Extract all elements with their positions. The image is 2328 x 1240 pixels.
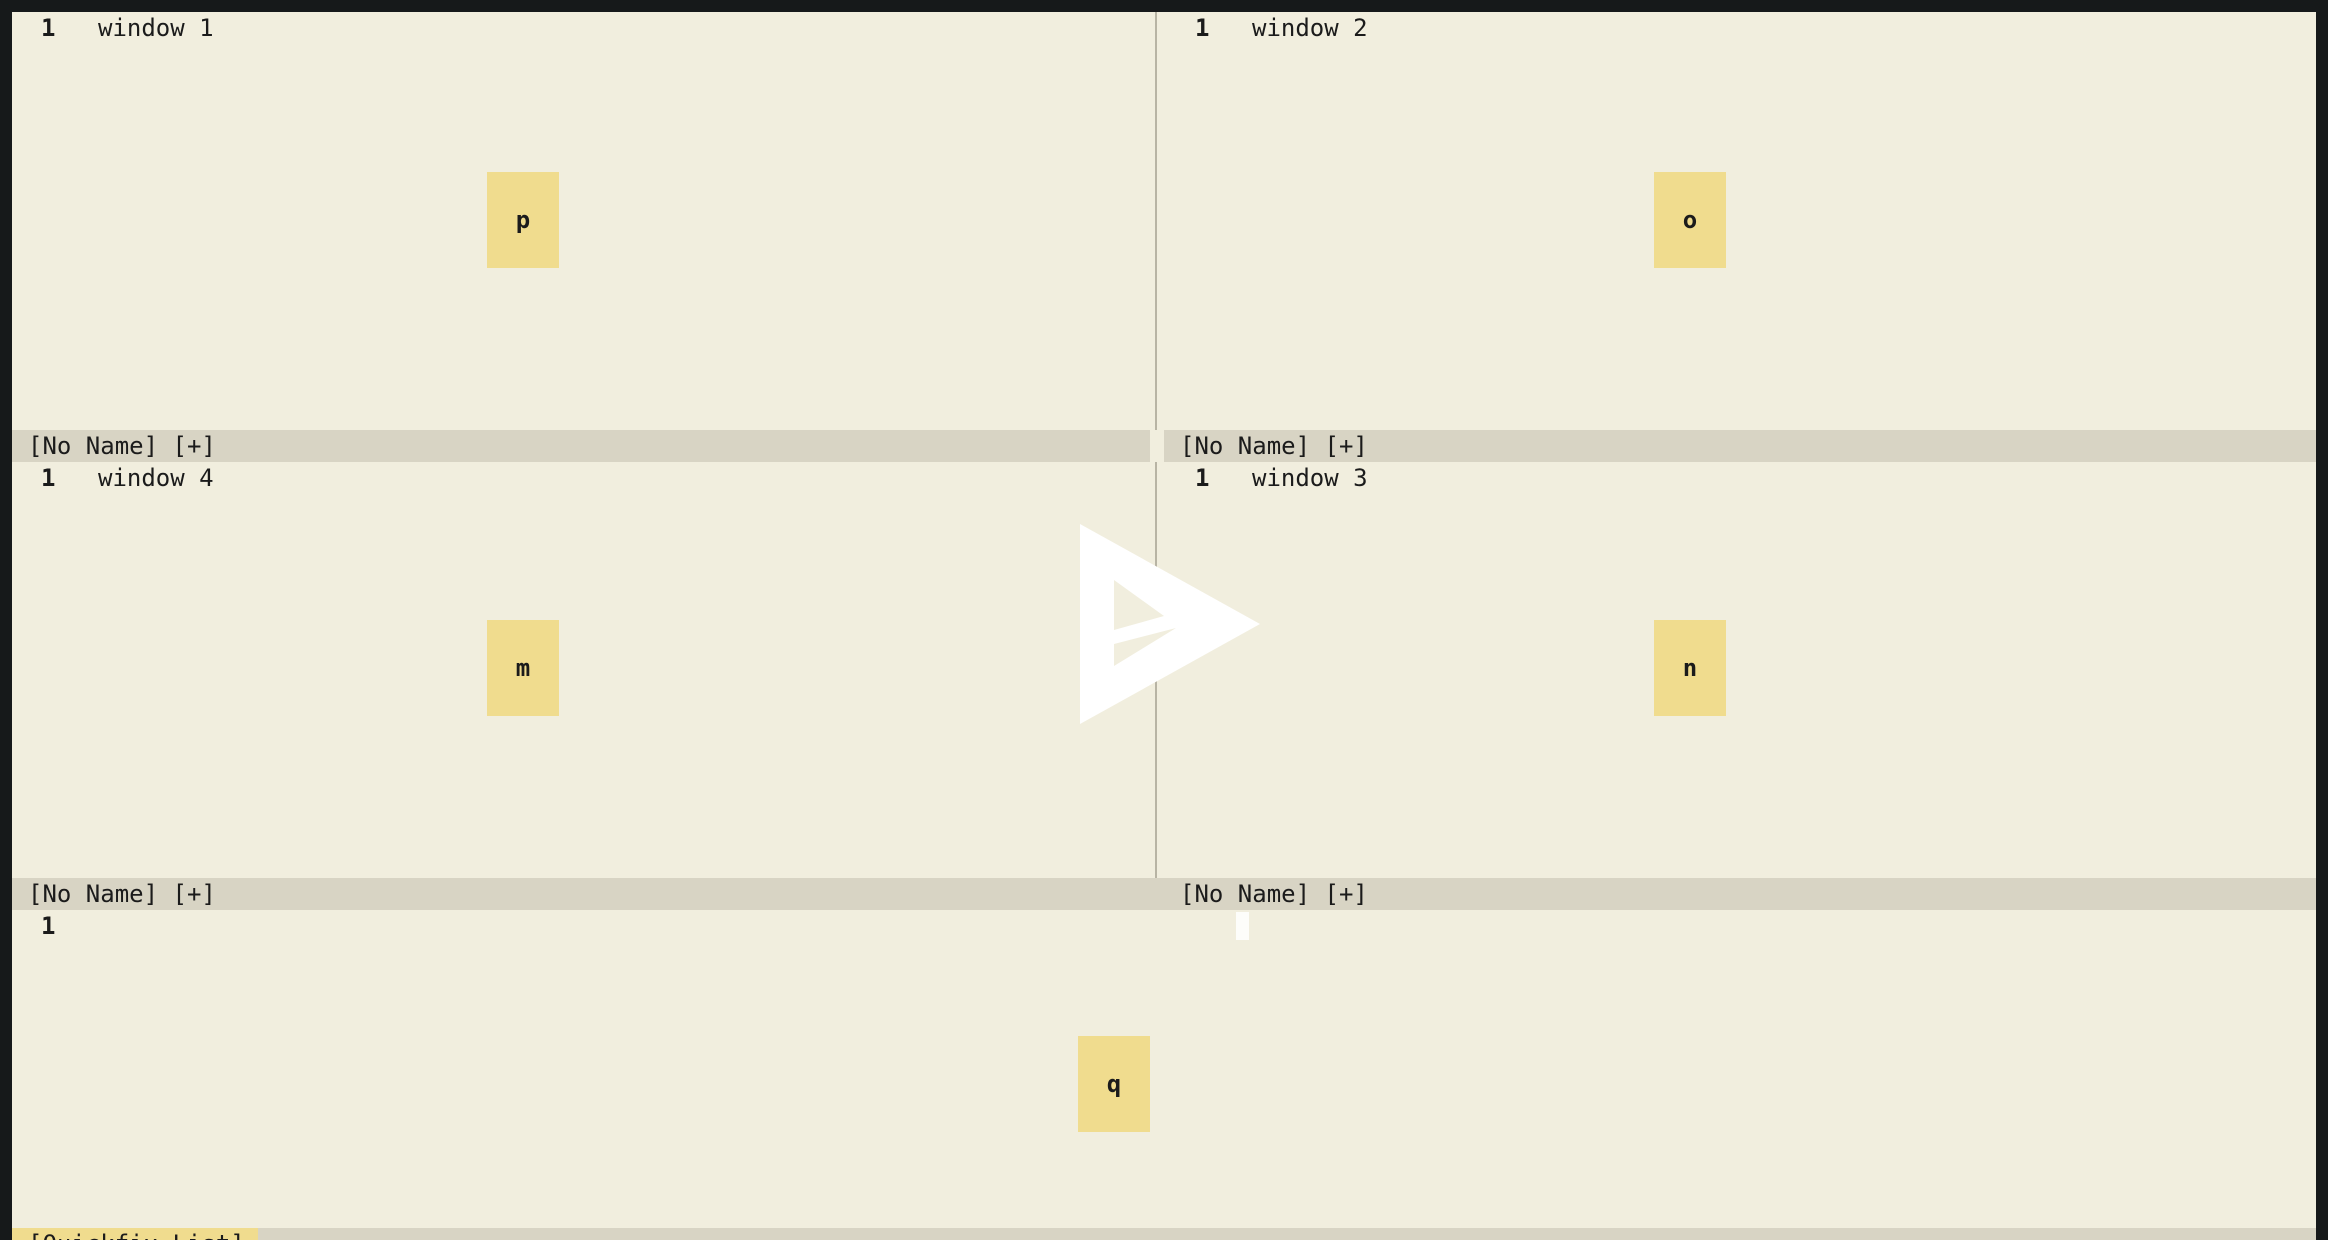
window-2-statusline: [No Name] [+] <box>1164 430 2316 462</box>
window-4-line: 1 window 4 <box>12 462 1166 494</box>
quickfix-statusline: [Quickfix List] <box>12 1228 258 1240</box>
line-number: 1 <box>41 464 56 492</box>
line-text: window 3 <box>1252 464 1368 492</box>
window-4-pane[interactable]: 1 window 4 m <box>12 462 1166 878</box>
window-hint-m[interactable]: m <box>487 620 559 716</box>
window-1-line: 1 window 1 <box>12 12 1166 44</box>
window-3-pane[interactable]: 1 window 3 n <box>1166 462 2316 878</box>
window-hint-o[interactable]: o <box>1654 172 1726 268</box>
quickfix-line: 1 <box>12 910 2316 942</box>
vertical-split-separator-top[interactable] <box>1155 12 1157 430</box>
window-hint-p[interactable]: p <box>487 172 559 268</box>
line-number: 1 <box>1195 464 1210 492</box>
window-hint-n[interactable]: n <box>1654 620 1726 716</box>
line-text: window 4 <box>98 464 214 492</box>
line-text: window 1 <box>98 14 214 42</box>
vim-screen: 1 window 1 p [No Name] [+] 1 window 2 o … <box>12 12 2316 1240</box>
window-1-pane[interactable]: 1 window 1 p <box>12 12 1166 430</box>
window-hint-q[interactable]: q <box>1078 1036 1150 1132</box>
line-text: window 2 <box>1252 14 1368 42</box>
window-3-statusline: [No Name] [+] <box>1164 878 2316 910</box>
window-2-line: 1 window 2 <box>1166 12 2316 44</box>
line-number: 1 <box>1195 14 1210 42</box>
text-cursor <box>1236 912 1249 940</box>
quickfix-pane[interactable]: 1 q <box>12 910 2316 1240</box>
line-number: 1 <box>41 912 56 940</box>
quickfix-statusline-fill <box>258 1228 2316 1240</box>
window-4-statusline: [No Name] [+] <box>12 878 1166 910</box>
play-triangle-logo-icon <box>1080 524 1260 724</box>
window-3-line: 1 window 3 <box>1166 462 2316 494</box>
window-1-statusline: [No Name] [+] <box>12 430 1150 462</box>
window-2-pane[interactable]: 1 window 2 o <box>1166 12 2316 430</box>
line-number: 1 <box>41 14 56 42</box>
